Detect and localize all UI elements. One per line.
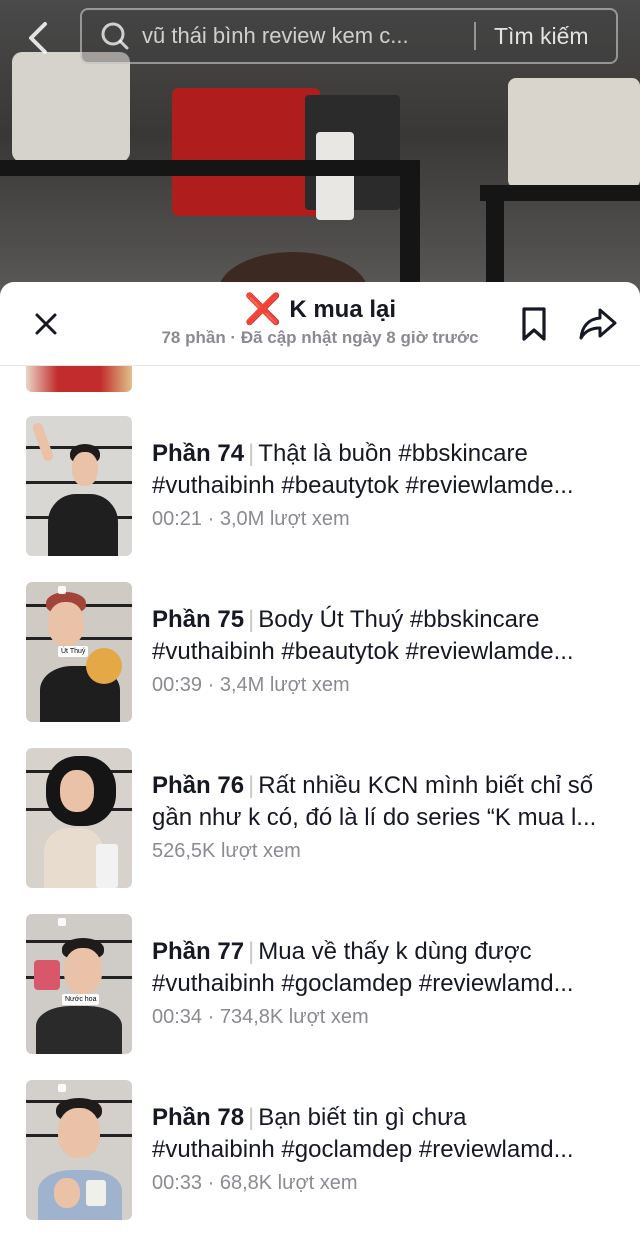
search-query-text: vũ thái bình review kem c... bbox=[142, 23, 409, 48]
video-caption-line1: Mua về thấy k dùng được bbox=[258, 938, 532, 965]
video-caption-line2: #vuthaibinh #beautytok #reviewlamde... bbox=[152, 638, 574, 665]
part-number: Phần 74 bbox=[152, 440, 245, 467]
playlist-header: ❌ K mua lại 78 phần · Đã cập nhật ngày 8… bbox=[0, 282, 640, 366]
video-meta: 00:39 · 3,4M lượt xem bbox=[152, 674, 350, 696]
video-caption-line1: Body Út Thuý #bbskincare bbox=[258, 606, 540, 633]
playlist-item[interactable]: Phần 74 | Thật là buồn #bbskincare #vuthai… bbox=[0, 416, 640, 582]
video-thumbnail[interactable]: Nước hoa bbox=[26, 914, 132, 1054]
bookmark-button[interactable] bbox=[514, 304, 554, 344]
search-icon bbox=[100, 21, 130, 51]
background-shelf bbox=[0, 160, 420, 176]
playlist-title: ❌ K mua lại bbox=[243, 293, 397, 326]
video-thumbnail[interactable] bbox=[26, 748, 132, 888]
video-meta: 526,5K lượt xem bbox=[152, 840, 301, 862]
part-number: Phần 77 bbox=[152, 938, 245, 965]
background-tube bbox=[316, 132, 354, 220]
cross-mark-icon: ❌ bbox=[243, 293, 282, 326]
background-shelf bbox=[480, 185, 640, 201]
playlist-title-text: K mua lại bbox=[289, 296, 397, 323]
video-caption-line1: Bạn biết tin gì chưa bbox=[258, 1104, 467, 1131]
share-button[interactable] bbox=[576, 304, 620, 344]
video-caption-line2: gần như k có, đó là lí do series “K mua … bbox=[152, 804, 597, 831]
background-bag-right bbox=[508, 78, 640, 188]
part-number: Phần 75 bbox=[152, 606, 245, 633]
playlist-item[interactable]: Phần 76 | Rất nhiều KCN mình biết chỉ số g… bbox=[0, 748, 640, 914]
playlist-video-list: Phần 74 | Thật là buồn #bbskincare #vuthai… bbox=[0, 416, 640, 1246]
search-button[interactable]: Tìm kiếm bbox=[494, 23, 589, 50]
part-number: Phần 76 bbox=[152, 772, 245, 799]
video-thumbnail[interactable] bbox=[26, 1080, 132, 1220]
share-arrow-icon bbox=[579, 308, 617, 340]
back-button[interactable] bbox=[22, 18, 54, 58]
video-thumbnail[interactable]: Út Thuý bbox=[26, 582, 132, 722]
video-caption-line2: #vuthaibinh #goclamdep #reviewlamd... bbox=[152, 1136, 574, 1163]
background-shelf-post bbox=[400, 170, 420, 300]
playlist-sheet: ❌ K mua lại 78 phần · Đã cập nhật ngày 8… bbox=[0, 282, 640, 1253]
search-input[interactable]: vũ thái bình review kem c... Tìm kiếm bbox=[80, 8, 618, 64]
video-thumbnail[interactable] bbox=[26, 416, 132, 556]
thumbnail-overlay-text bbox=[34, 826, 124, 840]
bookmark-icon bbox=[522, 307, 546, 341]
search-divider bbox=[474, 22, 476, 50]
background-red-bag bbox=[172, 88, 320, 216]
thumbnail-sticker-label: Út Thuý bbox=[58, 646, 89, 657]
background-bag bbox=[12, 52, 130, 162]
video-caption-line1: Thật là buồn #bbskincare bbox=[258, 440, 528, 467]
video-meta: 00:34 · 734,8K lượt xem bbox=[152, 1006, 369, 1028]
video-meta: 00:33 · 68,8K lượt xem bbox=[152, 1172, 358, 1194]
part-number: Phần 78 bbox=[152, 1104, 245, 1131]
partial-list-item-thumbnail[interactable] bbox=[26, 366, 132, 392]
thumbnail-sticker-label: Nước hoa bbox=[62, 994, 100, 1005]
video-caption-line2: #vuthaibinh #goclamdep #reviewlamd... bbox=[152, 970, 574, 997]
playlist-item[interactable]: Út Thuý Phần 75 | Body Út Thuý #bbskincare… bbox=[0, 582, 640, 748]
playlist-item[interactable]: Phần 78 | Bạn biết tin gì chưa #vuthaibinh… bbox=[0, 1080, 640, 1246]
video-caption-line2: #vuthaibinh #beautytok #reviewlamde... bbox=[152, 472, 574, 499]
chevron-left-icon bbox=[29, 22, 47, 54]
playlist-item[interactable]: Nước hoa Phần 77 | Mua về thấy k dùng được… bbox=[0, 914, 640, 1080]
video-meta: 00:21 · 3,0M lượt xem bbox=[152, 508, 350, 530]
video-caption-line1: Rất nhiều KCN mình biết chỉ số bbox=[258, 772, 594, 799]
